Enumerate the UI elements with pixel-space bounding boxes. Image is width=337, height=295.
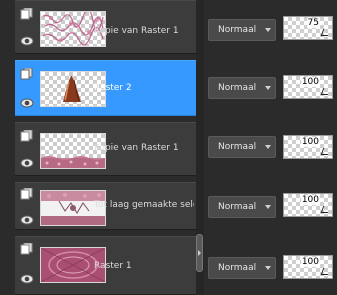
layer-icon[interactable] [20,188,34,200]
panel-left-edge [0,0,15,295]
opacity-field[interactable]: 75 [283,16,333,40]
blend-mode-dropdown[interactable]: Normaal [208,136,276,158]
blend-mode-dropdown[interactable]: Normaal [208,19,276,41]
opacity-value: 75 [306,18,320,28]
panel-splitter[interactable] [196,0,204,295]
layer-row-kopie-van-raster-1-top[interactable]: Kopie van Raster 1 [15,0,196,54]
layer-name[interactable]: Tot laag gemaakte selec [94,200,194,210]
chevron-down-icon [265,266,271,270]
opacity-field[interactable]: 100 [283,193,333,217]
chevron-down-icon [265,86,271,90]
blend-mode-value: Normaal [218,202,257,212]
layer-row-tot-laag-gemaakte-selectie[interactable]: Tot laag gemaakte selec [15,182,196,230]
opacity-field[interactable]: 100 [283,75,333,99]
blend-mode-value: Normaal [218,142,257,152]
layer-row-raster-2[interactable]: Raster 2 [15,60,196,116]
opacity-value: 100 [300,195,320,205]
blend-mode-dropdown[interactable]: Normaal [208,257,276,279]
layer-name[interactable]: Kopie van Raster 1 [94,26,194,36]
slider-handle-icon [320,268,331,275]
opacity-field[interactable]: 100 [283,255,333,279]
eye-icon[interactable] [20,273,34,285]
blend-mode-value: Normaal [218,83,257,93]
layer-name[interactable]: Kopie van Raster 1 [94,143,194,153]
eye-icon[interactable] [20,157,34,169]
layer-icon[interactable] [20,130,34,142]
slider-handle-icon [320,29,331,36]
layer-icon[interactable] [20,243,34,255]
chevron-down-icon [265,205,271,209]
layer-icon[interactable] [20,8,34,20]
chevron-down-icon [265,145,271,149]
blend-mode-value: Normaal [218,25,257,35]
eye-icon[interactable] [20,35,34,47]
layer-row-kopie-van-raster-1[interactable]: Kopie van Raster 1 [15,122,196,176]
slider-handle-icon [320,88,331,95]
blend-mode-dropdown[interactable]: Normaal [208,196,276,218]
blend-mode-dropdown[interactable]: Normaal [208,77,276,99]
slider-handle-icon [320,206,331,213]
layer-row-raster-1[interactable]: Raster 1 [15,236,196,295]
layer-icon[interactable] [20,68,34,80]
opacity-value: 100 [300,77,320,87]
layer-name[interactable]: Raster 2 [94,83,194,93]
eye-icon[interactable] [20,214,34,226]
splitter-handle[interactable] [196,234,203,272]
opacity-field[interactable]: 100 [283,135,333,159]
opacity-value: 100 [300,257,320,267]
layer-name[interactable]: Raster 1 [94,261,194,271]
slider-handle-icon [320,148,331,155]
eye-icon[interactable] [20,97,34,109]
chevron-down-icon [265,28,271,32]
opacity-value: 100 [300,137,320,147]
blend-mode-value: Normaal [218,263,257,273]
